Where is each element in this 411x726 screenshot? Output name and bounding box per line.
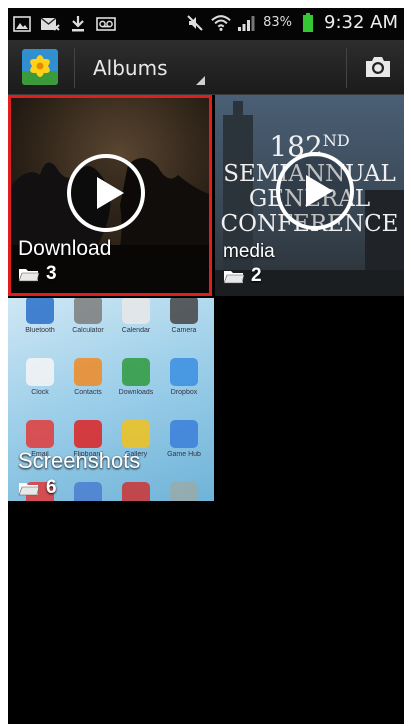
media-play-icon[interactable] [275, 151, 355, 231]
download-notification-icon [68, 14, 88, 34]
battery-percent: 83% [263, 15, 292, 30]
album-screenshots-name: Screenshots [18, 448, 141, 473]
screenshot-app-tile: Help [164, 474, 204, 501]
mail-notification-icon [40, 14, 60, 34]
screenshot-app-tile: Clock [20, 350, 60, 408]
screenshot-app-icon [170, 358, 198, 386]
mute-icon [185, 13, 205, 33]
screenshot-app-icon [74, 298, 102, 324]
screenshot-app-tile: Camera [164, 298, 204, 346]
screenshot-app-label: Bluetooth [25, 327, 55, 334]
album-screenshots[interactable]: Bluetooth Calculator Calendar Camera Clock Co… [8, 298, 214, 501]
screenshot-app-icon [74, 420, 102, 448]
albums-dropdown-label: Albums [93, 56, 168, 80]
screenshot-app-icon [122, 358, 150, 386]
screenshot-app-label: Downloads [118, 389, 154, 396]
screenshot-app-tile: Google [68, 474, 108, 501]
screenshot-app-icon [26, 358, 54, 386]
album-download-name: Download [18, 237, 112, 260]
screenshot-app-icon [74, 482, 102, 501]
screenshot-app-tile: Calendar [116, 298, 156, 346]
folder-icon [18, 483, 40, 496]
dropdown-corner-icon [196, 76, 205, 85]
screenshot-app-label: Game Hub [167, 451, 201, 458]
album-download[interactable]: Download 3 [8, 95, 212, 296]
screenshot-app-tile: Google+ [116, 474, 156, 501]
screenshot-app-tile: Downloads [116, 350, 156, 408]
screenshot-app-icon [122, 482, 150, 501]
signal-icon [237, 13, 257, 33]
screenshot-app-tile: Dropbox [164, 350, 204, 408]
albums-dropdown[interactable]: Albums [74, 48, 209, 88]
screenshot-app-tile: Calculator [68, 298, 108, 346]
screenshot-app-tile: Bluetooth [20, 298, 60, 346]
screenshot-app-icon [170, 482, 198, 501]
folder-icon [223, 271, 245, 284]
screenshot-app-label: Calculator [72, 327, 104, 334]
camera-icon[interactable] [363, 54, 393, 82]
action-bar: Albums [8, 40, 404, 95]
screenshot-app-icon [122, 298, 150, 324]
album-media-name: media [223, 241, 275, 262]
screenshot-app-tile: Contacts [68, 350, 108, 408]
media-thumb-number-suffix: ND [322, 131, 350, 150]
screenshot-app-label: Calendar [121, 327, 151, 334]
screenshot-app-icon [74, 358, 102, 386]
gallery-notification-icon [12, 14, 32, 34]
battery-icon [298, 12, 318, 33]
screenshot-app-icon [170, 420, 198, 448]
screenshot-app-icon [26, 420, 54, 448]
screenshot-app-label: Contacts [74, 389, 102, 396]
clock-time: 9:32 AM [324, 12, 398, 33]
status-bar: 83% 9:32 AM [8, 8, 404, 40]
screenshot-app-tile: Game Hub [164, 412, 204, 470]
voicemail-notification-icon [96, 14, 116, 34]
folder-icon [18, 269, 40, 282]
phone-screen: 83% 9:32 AM Albums Download 3 182ND medi… [8, 8, 404, 724]
gallery-flower-icon[interactable] [22, 49, 58, 85]
screenshot-app-label: Dropbox [170, 389, 198, 396]
screenshot-app-label: Camera [171, 327, 197, 334]
album-screenshots-count: 6 [46, 477, 57, 498]
screenshot-app-icon [122, 420, 150, 448]
screenshot-app-icon [170, 298, 198, 324]
screenshot-app-icon [26, 298, 54, 324]
wifi-icon [211, 13, 231, 33]
download-play-icon[interactable] [66, 153, 146, 233]
screenshot-app-label: Clock [31, 389, 49, 396]
album-media[interactable]: 182ND SEMIANNUAL GENERAL CONFERENCE medi… [215, 95, 404, 296]
album-download-count: 3 [46, 263, 57, 284]
album-media-count: 2 [251, 265, 262, 286]
